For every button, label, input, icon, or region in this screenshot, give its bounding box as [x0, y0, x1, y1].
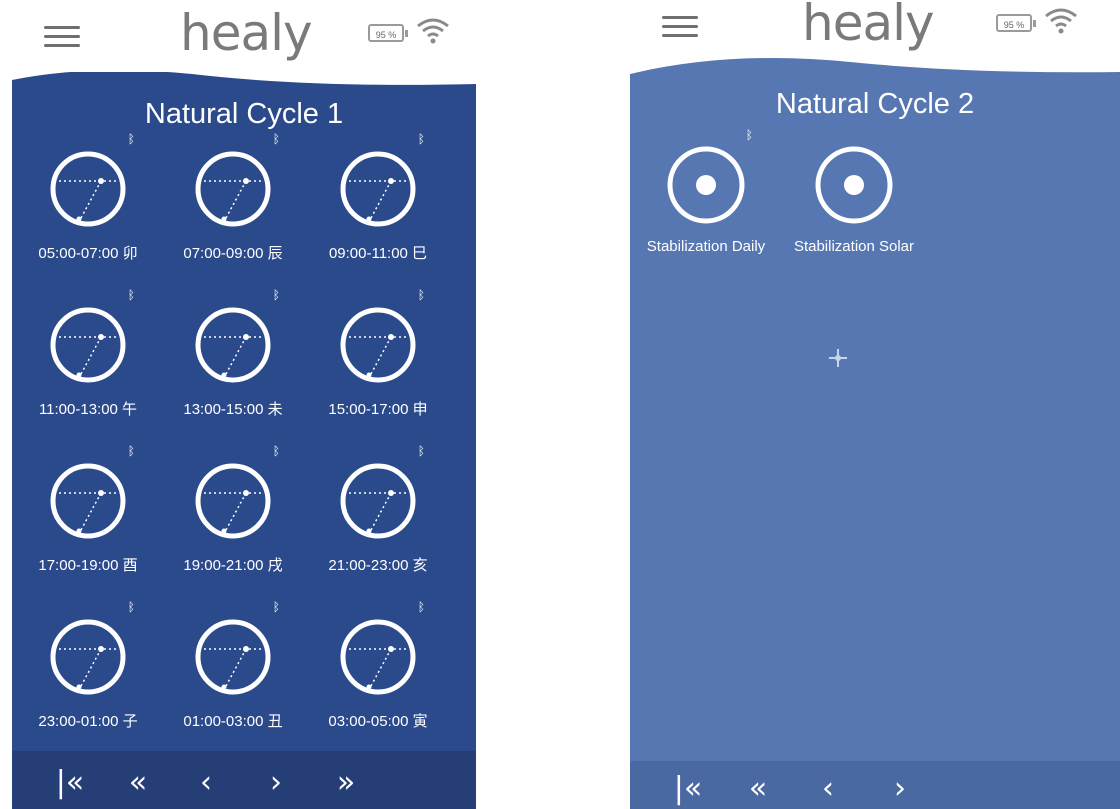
hamburger-menu-icon[interactable] — [662, 16, 698, 40]
program-tile[interactable]: ᛒ 13:00-15:00 未 — [163, 288, 303, 419]
wifi-icon — [417, 18, 449, 44]
previous-page-button[interactable]: ‹ — [808, 771, 848, 806]
clock-icon: ᛒ — [333, 132, 425, 234]
program-label: 05:00-07:00 卯 — [38, 245, 138, 262]
pagination-bar: |« « ‹ › — [630, 761, 1120, 809]
first-page-button[interactable]: |« — [50, 765, 90, 800]
bluetooth-icon: ᛒ — [745, 128, 753, 142]
healy-logo: healy — [180, 4, 313, 62]
program-tile[interactable]: ᛒ 23:00-01:00 子 — [18, 600, 158, 731]
program-label: 01:00-03:00 丑 — [183, 713, 283, 730]
clock-icon: ᛒ — [188, 600, 280, 702]
bluetooth-icon: ᛒ — [127, 600, 135, 614]
program-tile[interactable]: ᛒ 09:00-11:00 巳 — [308, 132, 448, 263]
battery-icon: 95 % — [996, 14, 1036, 32]
wifi-icon — [1045, 8, 1077, 34]
crosshair-cursor-icon — [829, 349, 847, 367]
target-icon — [809, 140, 899, 230]
bluetooth-icon: ᛒ — [127, 288, 135, 302]
clock-icon: ᛒ — [188, 132, 280, 234]
program-label: 17:00-19:00 酉 — [38, 557, 138, 574]
next-page-button[interactable]: › — [256, 765, 296, 800]
pagination-bar: |« « ‹ › » — [12, 751, 476, 809]
program-tile[interactable]: ᛒ 03:00-05:00 寅 — [308, 600, 448, 731]
bluetooth-icon: ᛒ — [272, 288, 280, 302]
bluetooth-icon: ᛒ — [417, 132, 425, 146]
clock-icon: ᛒ — [333, 444, 425, 546]
clock-icon: ᛒ — [43, 288, 135, 390]
wave-edge — [12, 70, 476, 85]
program-tile[interactable]: ᛒ 15:00-17:00 申 — [308, 288, 448, 419]
wave-edge — [630, 54, 1120, 74]
clock-icon: ᛒ — [43, 132, 135, 234]
healy-logo: healy — [802, 0, 935, 52]
top-bar: healy 95 % — [0, 0, 490, 80]
program-label: Stabilization Daily — [646, 238, 766, 255]
bluetooth-icon: ᛒ — [417, 444, 425, 458]
hamburger-menu-icon[interactable] — [44, 26, 80, 50]
program-tile[interactable]: ᛒ 01:00-03:00 丑 — [163, 600, 303, 731]
program-label: 19:00-21:00 戌 — [183, 557, 283, 574]
program-label: 21:00-23:00 亥 — [328, 557, 428, 574]
clock-icon: ᛒ — [333, 600, 425, 702]
clock-icon: ᛒ — [188, 444, 280, 546]
previous-page-set-button[interactable]: « — [118, 765, 158, 800]
program-label: 07:00-09:00 辰 — [183, 245, 283, 262]
clock-icon: ᛒ — [43, 600, 135, 702]
first-page-button[interactable]: |« — [668, 771, 708, 806]
bluetooth-icon: ᛒ — [127, 132, 135, 146]
program-tile[interactable]: ᛒ 05:00-07:00 卯 — [18, 132, 158, 263]
clock-icon: ᛒ — [43, 444, 135, 546]
program-label: 09:00-11:00 巳 — [328, 245, 428, 262]
next-page-button[interactable]: › — [880, 771, 920, 806]
program-tile[interactable]: ᛒ Stabilization Daily — [636, 128, 776, 255]
program-tile[interactable]: Stabilization Solar — [784, 140, 924, 255]
clock-icon: ᛒ — [188, 288, 280, 390]
bluetooth-icon: ᛒ — [272, 444, 280, 458]
program-label: 23:00-01:00 子 — [38, 713, 138, 730]
program-label: 03:00-05:00 寅 — [328, 713, 428, 730]
phone-screen-left: healy 95 % Natural Cycle 1 ᛒ 05:00-07:00 … — [0, 0, 490, 809]
program-tile[interactable]: ᛒ 17:00-19:00 酉 — [18, 444, 158, 575]
cycle-title: Natural Cycle 1 — [144, 98, 344, 130]
program-tile[interactable]: ᛒ 07:00-09:00 辰 — [163, 132, 303, 263]
bluetooth-icon: ᛒ — [127, 444, 135, 458]
previous-page-set-button[interactable]: « — [738, 771, 778, 806]
program-panel: Natural Cycle 1 ᛒ 05:00-07:00 卯 ᛒ 07:00-09:… — [12, 70, 476, 809]
bluetooth-icon: ᛒ — [272, 600, 280, 614]
program-tile[interactable]: ᛒ 19:00-21:00 戌 — [163, 444, 303, 575]
program-label: Stabilization Solar — [793, 238, 915, 255]
target-icon: ᛒ — [661, 128, 753, 230]
cycle-title: Natural Cycle 2 — [775, 88, 975, 120]
program-label: 11:00-13:00 午 — [38, 401, 138, 418]
program-label: 13:00-15:00 未 — [183, 401, 283, 418]
bluetooth-icon: ᛒ — [417, 288, 425, 302]
bluetooth-icon: ᛒ — [417, 600, 425, 614]
next-page-set-button[interactable]: » — [326, 765, 366, 800]
phone-screen-right: healy 95 % Natural Cycle 2 ᛒ Stabilizatio… — [620, 0, 1120, 809]
program-tile[interactable]: ᛒ 21:00-23:00 亥 — [308, 444, 448, 575]
program-tile[interactable]: ᛒ 11:00-13:00 午 — [18, 288, 158, 419]
program-panel: Natural Cycle 2 ᛒ Stabilization Daily Stab… — [630, 54, 1120, 809]
battery-icon: 95 % — [368, 24, 408, 42]
previous-page-button[interactable]: ‹ — [186, 765, 226, 800]
clock-icon: ᛒ — [333, 288, 425, 390]
bluetooth-icon: ᛒ — [272, 132, 280, 146]
program-label: 15:00-17:00 申 — [328, 401, 428, 418]
